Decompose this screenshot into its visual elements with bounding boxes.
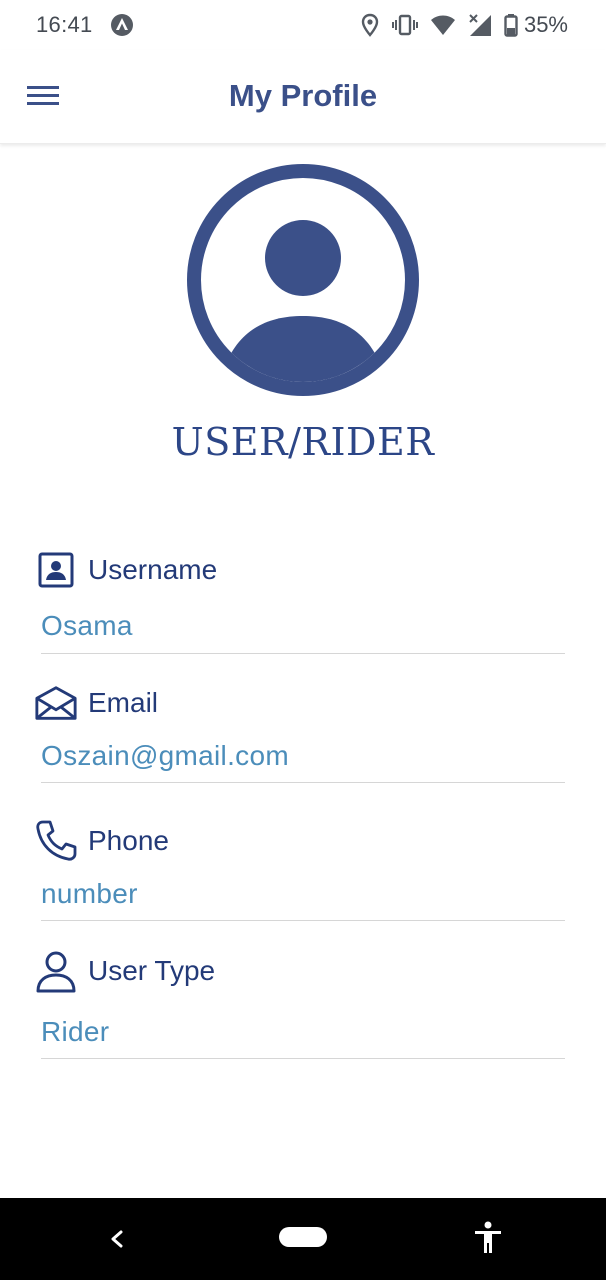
phone-value[interactable]: number (41, 878, 138, 910)
phone-label-row: Phone (34, 819, 169, 863)
email-label-row: Email (34, 681, 158, 725)
username-label: Username (88, 554, 218, 585)
battery-percent: 35% (523, 12, 568, 37)
phone-icon (34, 819, 78, 863)
back-icon (111, 1230, 123, 1248)
status-bar: 16:41 35% (0, 0, 606, 50)
user-avatar-icon (187, 164, 419, 396)
user-type-label-row: User Type (34, 949, 215, 993)
contact-card-icon (34, 548, 78, 592)
user-type-value[interactable]: Rider (41, 1016, 109, 1048)
home-pill-icon[interactable] (279, 1227, 327, 1247)
phone-label: Phone (88, 825, 169, 856)
battery-icon (504, 14, 518, 37)
role-title: USER/RIDER (171, 420, 435, 464)
envelope-icon (34, 681, 78, 725)
wifi-icon (430, 15, 455, 35)
email-label: Email (88, 687, 159, 718)
back-button[interactable] (100, 1222, 134, 1256)
person-icon (34, 949, 78, 993)
status-icons: 35% (348, 11, 568, 39)
accessibility-icon (475, 1221, 501, 1253)
status-time: 16:41 (36, 12, 93, 37)
username-divider (41, 653, 565, 654)
username-label-row: Username (34, 548, 217, 592)
app-notification-icon (111, 14, 133, 36)
email-divider (41, 782, 565, 783)
phone-divider (41, 920, 565, 921)
accessibility-button[interactable] (470, 1220, 506, 1256)
email-value[interactable]: Oszain@gmail.com (41, 740, 289, 772)
app-header: My Profile (0, 50, 606, 144)
vibrate-icon (391, 14, 418, 36)
location-icon (361, 13, 379, 37)
user-type-label: User Type (88, 955, 216, 986)
signal-icon (469, 14, 491, 36)
system-nav-bar (0, 1198, 606, 1280)
username-value[interactable]: Osama (41, 610, 133, 642)
page-title: My Profile (228, 78, 378, 113)
user-type-divider (41, 1058, 565, 1059)
